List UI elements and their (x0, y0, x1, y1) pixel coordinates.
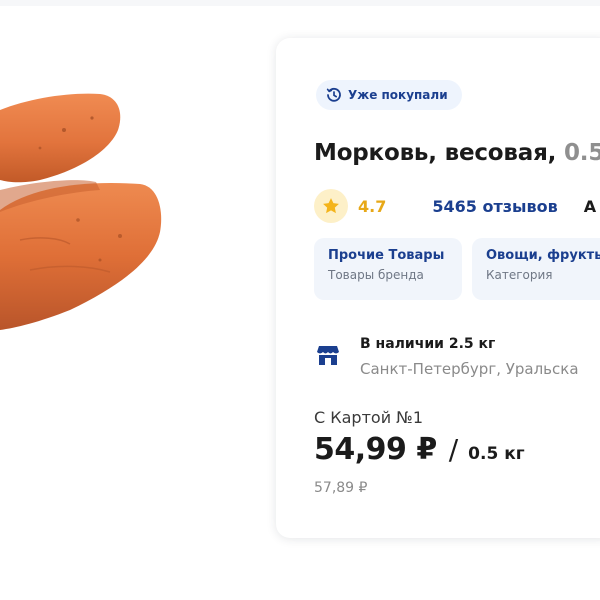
current-price: 54,99 ₽ (314, 432, 437, 467)
stock-status: В наличии 2.5 кг (360, 336, 496, 352)
carrot-product-photo (0, 93, 162, 330)
history-clock-icon (326, 87, 342, 103)
brand-products-tile[interactable]: Прочие Товары Товары бренда (314, 238, 462, 300)
brand-tile-subtitle: Товары бренда (328, 268, 424, 282)
product-info-card: Уже покупали Морковь, весовая, 0.5 4.7 5… (276, 38, 600, 538)
rating-value: 4.7 (358, 196, 387, 216)
category-tile-subtitle: Категория (486, 268, 553, 282)
product-weight: 0.5 (564, 140, 600, 166)
star-icon (314, 189, 348, 223)
rating-row: 4.7 5465 отзывов А (314, 188, 596, 224)
product-title: Морковь, весовая, 0.5 (314, 140, 600, 166)
price-row: 54,99 ₽ / 0.5 кг (314, 432, 525, 467)
rating-extra-text: А (583, 196, 597, 216)
badge-label: Уже покупали (348, 88, 448, 102)
product-name: Морковь, весовая, (314, 140, 557, 166)
category-tile[interactable]: Овощи, фрукты Категория (472, 238, 600, 300)
already-bought-badge[interactable]: Уже покупали (316, 80, 462, 110)
old-price: 57,89 ₽ (314, 480, 368, 496)
store-icon (316, 344, 340, 370)
loyalty-card-label: С Картой №1 (314, 408, 423, 427)
category-tile-title: Овощи, фрукты (486, 248, 600, 263)
price-separator: / (448, 433, 459, 466)
brand-tile-title: Прочие Товары (328, 248, 445, 263)
top-strip (0, 0, 600, 6)
reviews-link[interactable]: 5465 отзывов (432, 197, 557, 216)
product-image (0, 60, 270, 380)
store-address[interactable]: Санкт-Петербург, Уральска (360, 360, 579, 378)
price-unit: 0.5 кг (468, 444, 525, 464)
